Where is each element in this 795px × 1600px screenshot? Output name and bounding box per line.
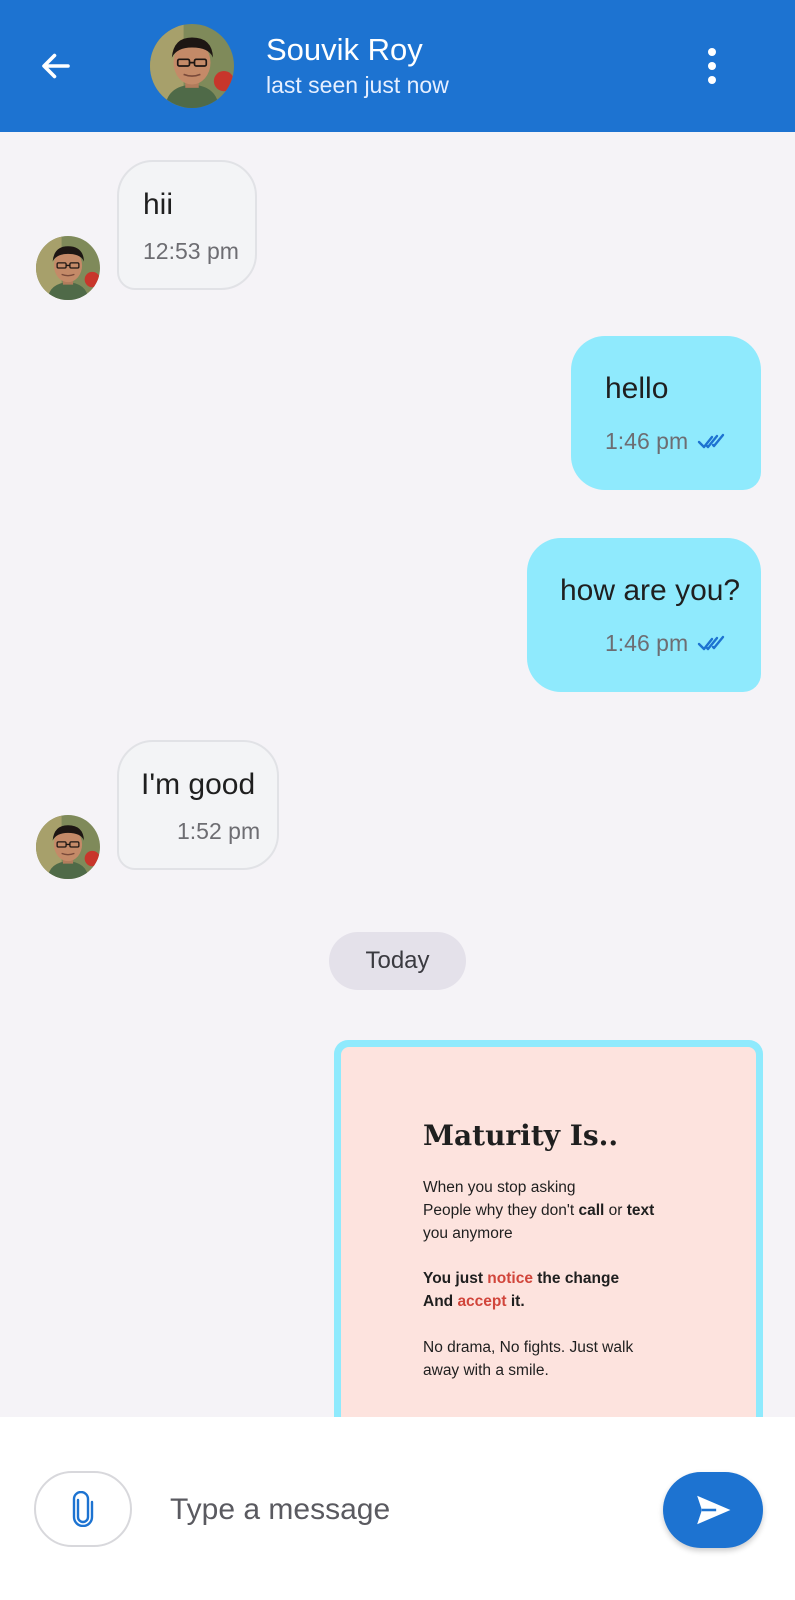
- send-icon: [697, 1495, 731, 1525]
- arrow-left-icon: [42, 53, 70, 79]
- paperclip-icon: [72, 1491, 94, 1527]
- message-bubble-outgoing[interactable]: how are you? 1:46 pm: [527, 538, 761, 692]
- more-options-button[interactable]: [690, 40, 734, 92]
- message-text: I'm good: [141, 768, 256, 801]
- poster-text: No drama, No fights. Just walk: [423, 1339, 634, 1356]
- poster-text: When you stop asking: [423, 1179, 576, 1196]
- message-composer: [0, 1417, 795, 1600]
- message-text: hii: [143, 188, 174, 221]
- more-vertical-icon: [708, 48, 716, 56]
- message-list[interactable]: hii 12:53 pm hello 1:46 pm how are you? …: [0, 132, 795, 1417]
- message-input[interactable]: [170, 1469, 630, 1551]
- message-bubble-incoming[interactable]: I'm good 1:52 pm: [117, 740, 279, 870]
- message-text: hello: [605, 372, 669, 405]
- double-check-icon: [697, 432, 725, 450]
- poster-text: You just notice the change: [423, 1270, 620, 1287]
- poster-text: you anymore: [423, 1225, 513, 1242]
- message-time: 12:53 pm: [143, 238, 239, 264]
- message-time: 1:46 pm: [605, 428, 689, 454]
- poster-text: And accept it.: [423, 1293, 525, 1310]
- double-check-icon: [697, 634, 725, 652]
- date-separator: Today: [329, 932, 466, 990]
- message-time: 1:46 pm: [605, 630, 689, 656]
- poster-title: Maturity Is..: [423, 1119, 619, 1152]
- contact-name[interactable]: Souvik Roy: [266, 32, 423, 68]
- message-bubble-outgoing[interactable]: hello 1:46 pm: [571, 336, 761, 490]
- message-time: 1:52 pm: [177, 818, 261, 844]
- sender-avatar[interactable]: [36, 815, 100, 879]
- poster-text: People why they don't call or text: [423, 1202, 655, 1219]
- poster-text: away with a smile.: [423, 1362, 549, 1379]
- chat-app-bar: Souvik Roy last seen just now: [0, 0, 795, 132]
- sender-avatar[interactable]: [36, 236, 100, 300]
- attach-button[interactable]: [34, 1471, 132, 1547]
- contact-avatar[interactable]: [150, 24, 234, 108]
- image-attachment[interactable]: Maturity Is.. When you stop asking Peopl…: [341, 1047, 756, 1417]
- back-button[interactable]: [30, 40, 82, 92]
- image-message[interactable]: Maturity Is.. When you stop asking Peopl…: [334, 1040, 763, 1417]
- send-button[interactable]: [663, 1472, 763, 1548]
- contact-status: last seen just now: [266, 72, 449, 98]
- message-bubble-incoming[interactable]: hii 12:53 pm: [117, 160, 257, 290]
- message-text: how are you?: [560, 574, 741, 607]
